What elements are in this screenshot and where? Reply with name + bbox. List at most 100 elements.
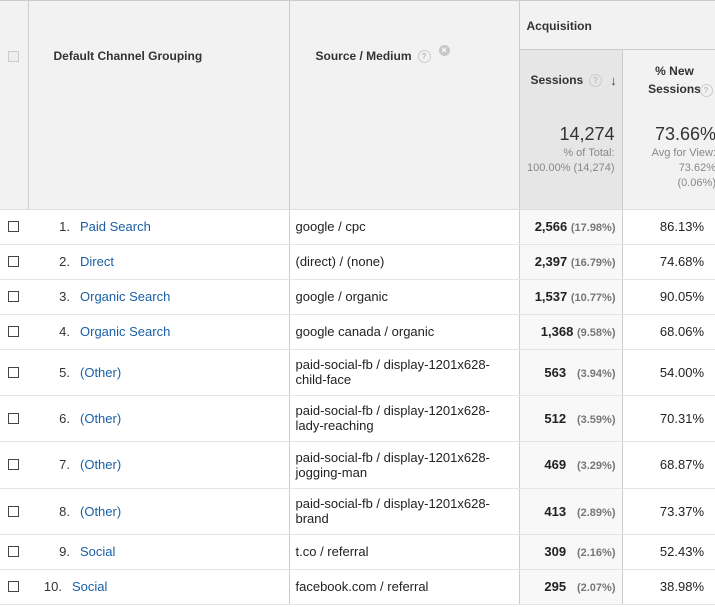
- row-checkbox[interactable]: [8, 291, 19, 302]
- source-medium-cont: jogging-man: [295, 464, 368, 480]
- table-row[interactable]: 4. Organic Search google canada / organic…: [0, 314, 715, 350]
- help-icon[interactable]: ?: [699, 83, 713, 97]
- source-medium[interactable]: google canada / organic: [296, 324, 435, 339]
- row-index: 10.: [43, 579, 62, 594]
- sessions-value: 2,566: [534, 219, 568, 234]
- col-header-channel[interactable]: Default Channel Grouping: [28, 1, 290, 111]
- col-header-source-label: Source / Medium: [315, 48, 412, 63]
- row-checkbox[interactable]: [8, 546, 19, 557]
- new-sessions-value: 90.05%: [659, 289, 704, 304]
- acquisition-group-header: Acquisition: [518, 1, 715, 50]
- channel-link[interactable]: Direct: [80, 254, 114, 269]
- channel-link[interactable]: Social: [72, 579, 107, 594]
- new-sessions-value: 54.00%: [659, 364, 704, 380]
- row-index: 4.: [59, 324, 70, 339]
- sessions-value: 563: [544, 364, 567, 380]
- row-index: 2.: [59, 254, 70, 269]
- source-medium-cont: lady-reaching: [295, 418, 374, 433]
- row-index: 6.: [59, 410, 70, 426]
- new-sessions-value: 73.37%: [659, 503, 704, 519]
- channel-link[interactable]: Organic Search: [80, 324, 170, 339]
- source-medium-cont: child-face: [295, 372, 352, 387]
- total-sessions-label: % of Total:: [563, 147, 615, 159]
- row-checkbox[interactable]: [8, 221, 19, 232]
- totals-sessions-cell: 14,274 % of Total: 100.00% (14,274): [518, 111, 623, 210]
- avg-for-view-label: Avg for View:: [651, 147, 715, 159]
- channel-link[interactable]: (Other): [80, 457, 121, 472]
- row-checkbox[interactable]: [8, 326, 19, 337]
- table-row[interactable]: 10. Social facebook.com / referral 295 (2…: [0, 569, 715, 605]
- total-sessions-pct: 100.00% (14,274): [527, 162, 615, 174]
- select-all-checkbox[interactable]: [8, 50, 20, 62]
- source-medium[interactable]: (direct) / (none): [296, 254, 385, 269]
- avg-for-view-value: 73.62%: [678, 162, 715, 174]
- col-header-new-sessions-label: % New Sessions: [648, 64, 701, 97]
- row-checkbox[interactable]: [8, 256, 19, 267]
- channel-link[interactable]: (Other): [80, 365, 121, 380]
- source-medium[interactable]: paid-social-fb / display-1201x628-: [296, 403, 490, 418]
- total-new-sessions: 73.66%: [654, 124, 715, 144]
- table-row[interactable]: 3. Organic Search google / organic 1,537 …: [0, 279, 715, 315]
- new-sessions-value: 70.31%: [659, 410, 704, 426]
- sessions-value: 2,397: [534, 254, 568, 269]
- sessions-value: 295: [544, 579, 567, 594]
- help-icon[interactable]: ?: [417, 50, 431, 64]
- remove-dimension-icon[interactable]: ×: [438, 44, 450, 56]
- total-sessions: 14,274: [559, 124, 615, 144]
- totals-row: 14,274 % of Total: 100.00% (14,274) 73.6…: [0, 111, 715, 210]
- row-index: 9.: [59, 544, 70, 559]
- totals-new-sessions-cell: 73.66% Avg for View: 73.62% (0.06%): [622, 111, 715, 210]
- sessions-pct: (3.94%): [576, 367, 616, 380]
- table-row[interactable]: 9. Social t.co / referral 309 (2.16%) 52.…: [0, 534, 715, 570]
- source-medium[interactable]: paid-social-fb / display-1201x628-: [296, 496, 490, 511]
- sessions-value: 309: [544, 544, 567, 559]
- table-row[interactable]: 5. (Other) paid-social-fb / display-1201x…: [0, 349, 715, 396]
- channel-link[interactable]: Social: [80, 544, 115, 559]
- channel-link[interactable]: Paid Search: [80, 219, 151, 234]
- col-header-sessions[interactable]: Sessions? ↓: [518, 49, 623, 111]
- new-sessions-value: 86.13%: [659, 219, 704, 234]
- col-header-new-sessions[interactable]: % New Sessions?: [622, 49, 715, 111]
- row-checkbox[interactable]: [8, 459, 19, 470]
- channel-link[interactable]: (Other): [80, 504, 121, 519]
- source-medium[interactable]: google / organic: [296, 289, 389, 304]
- report-table-container: Default Channel Grouping Source / Medium…: [0, 0, 715, 607]
- row-index: 5.: [59, 364, 70, 380]
- help-icon[interactable]: ?: [589, 73, 603, 87]
- sessions-pct: (10.77%): [570, 292, 616, 304]
- sessions-value: 413: [544, 503, 567, 519]
- row-checkbox[interactable]: [8, 581, 19, 592]
- report-table: Default Channel Grouping Source / Medium…: [0, 1, 715, 605]
- source-medium[interactable]: facebook.com / referral: [296, 579, 429, 594]
- row-checkbox[interactable]: [8, 412, 19, 424]
- source-medium[interactable]: paid-social-fb / display-1201x628-: [296, 450, 490, 465]
- sessions-pct: (3.29%): [576, 460, 616, 472]
- source-medium[interactable]: google / cpc: [296, 219, 366, 234]
- new-sessions-value: 68.06%: [659, 324, 704, 339]
- source-medium[interactable]: paid-social-fb / display-1201x628-: [296, 357, 490, 372]
- source-medium[interactable]: t.co / referral: [296, 544, 369, 559]
- table-row[interactable]: 2. Direct (direct) / (none) 2,397 (16.79%…: [0, 244, 715, 280]
- new-sessions-value: 68.87%: [659, 457, 704, 472]
- channel-link[interactable]: Organic Search: [80, 289, 170, 304]
- col-header-sessions-label: Sessions: [530, 72, 584, 87]
- sessions-pct: (9.58%): [576, 327, 616, 339]
- col-header-channel-label: Default Channel Grouping: [53, 49, 203, 63]
- row-checkbox[interactable]: [8, 366, 19, 378]
- sessions-value: 1,368: [540, 324, 574, 339]
- sort-descending-icon[interactable]: ↓: [610, 73, 617, 88]
- avg-for-view-delta: (0.06%): [677, 177, 715, 189]
- row-index: 3.: [59, 289, 70, 304]
- sessions-pct: (16.79%): [570, 257, 616, 269]
- table-row[interactable]: 8. (Other) paid-social-fb / display-1201x…: [0, 488, 715, 535]
- sessions-pct: (2.07%): [576, 582, 616, 594]
- sessions-pct: (17.98%): [570, 222, 616, 234]
- row-checkbox[interactable]: [8, 505, 19, 517]
- table-row[interactable]: 6. (Other) paid-social-fb / display-1201x…: [0, 395, 715, 442]
- channel-link[interactable]: (Other): [80, 411, 121, 426]
- select-all-cell[interactable]: [0, 1, 29, 111]
- sessions-pct: (2.16%): [576, 547, 616, 559]
- table-row[interactable]: 7. (Other) paid-social-fb / display-1201x…: [0, 441, 715, 489]
- col-header-source[interactable]: Source / Medium ? ×: [289, 1, 520, 111]
- table-row[interactable]: 1. Paid Search google / cpc 2,566 (17.98%…: [0, 209, 715, 245]
